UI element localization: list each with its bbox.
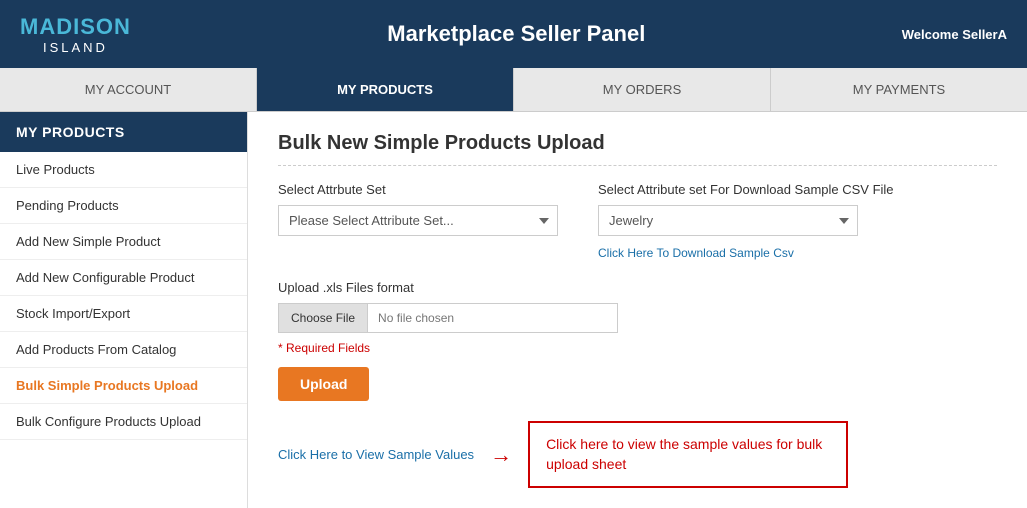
header-welcome: Welcome SellerA [902,27,1007,42]
choose-file-button[interactable]: Choose File [279,304,368,332]
logo: MADISON ISLAND [20,14,131,55]
tooltip-box: Click here to view the sample values for… [528,421,848,488]
tab-my-orders[interactable]: MY ORDERS [514,68,771,111]
sidebar-item-live-products[interactable]: Live Products [0,152,247,188]
arrow-icon: → [490,442,512,468]
sidebar-item-bulk-configure[interactable]: Bulk Configure Products Upload [0,404,247,440]
sidebar-item-add-configurable[interactable]: Add New Configurable Product [0,260,247,296]
download-csv-link[interactable]: Click Here To Download Sample Csv [598,246,894,260]
upload-section: Upload .xls Files format Choose File No … [278,280,997,401]
sidebar-item-bulk-simple[interactable]: Bulk Simple Products Upload [0,368,247,404]
sidebar-item-add-from-catalog[interactable]: Add Products From Catalog [0,332,247,368]
download-csv-select[interactable]: Jewelry Electronics Clothing [598,205,858,236]
nav-tabs: MY ACCOUNT MY PRODUCTS MY ORDERS MY PAYM… [0,68,1027,112]
attribute-set-group: Select Attrbute Set Please Select Attrib… [278,182,558,260]
sidebar: MY PRODUCTS Live Products Pending Produc… [0,112,248,508]
logo-island: ISLAND [43,40,108,55]
download-csv-group: Select Attribute set For Download Sample… [598,182,894,260]
tab-my-payments[interactable]: MY PAYMENTS [771,68,1027,111]
header-title: Marketplace Seller Panel [131,21,902,47]
page-title: Bulk New Simple Products Upload [278,132,997,166]
download-csv-label: Select Attribute set For Download Sample… [598,182,894,197]
sidebar-item-add-simple[interactable]: Add New Simple Product [0,224,247,260]
tab-my-products[interactable]: MY PRODUCTS [257,68,514,111]
tab-my-account[interactable]: MY ACCOUNT [0,68,257,111]
attribute-set-label: Select Attrbute Set [278,182,558,197]
seller-name: SellerA [962,27,1007,42]
bottom-section: Click Here to View Sample Values → Click… [278,421,997,488]
upload-label: Upload .xls Files format [278,280,997,295]
sidebar-item-pending-products[interactable]: Pending Products [0,188,247,224]
sidebar-item-stock-import[interactable]: Stock Import/Export [0,296,247,332]
form-row: Select Attrbute Set Please Select Attrib… [278,182,997,260]
sidebar-header: MY PRODUCTS [0,112,247,152]
arrow-container: → [490,442,512,468]
content-area: Bulk New Simple Products Upload Select A… [248,112,1027,508]
required-fields-label: * Required Fields [278,341,997,355]
attribute-set-select[interactable]: Please Select Attribute Set... Jewelry E… [278,205,558,236]
main-layout: MY PRODUCTS Live Products Pending Produc… [0,112,1027,508]
upload-button[interactable]: Upload [278,367,369,401]
logo-madison: MADISON [20,14,131,40]
sample-values-link[interactable]: Click Here to View Sample Values [278,447,474,462]
file-name-display: No file chosen [368,304,464,332]
file-input-row: Choose File No file chosen [278,303,618,333]
header: MADISON ISLAND Marketplace Seller Panel … [0,0,1027,68]
